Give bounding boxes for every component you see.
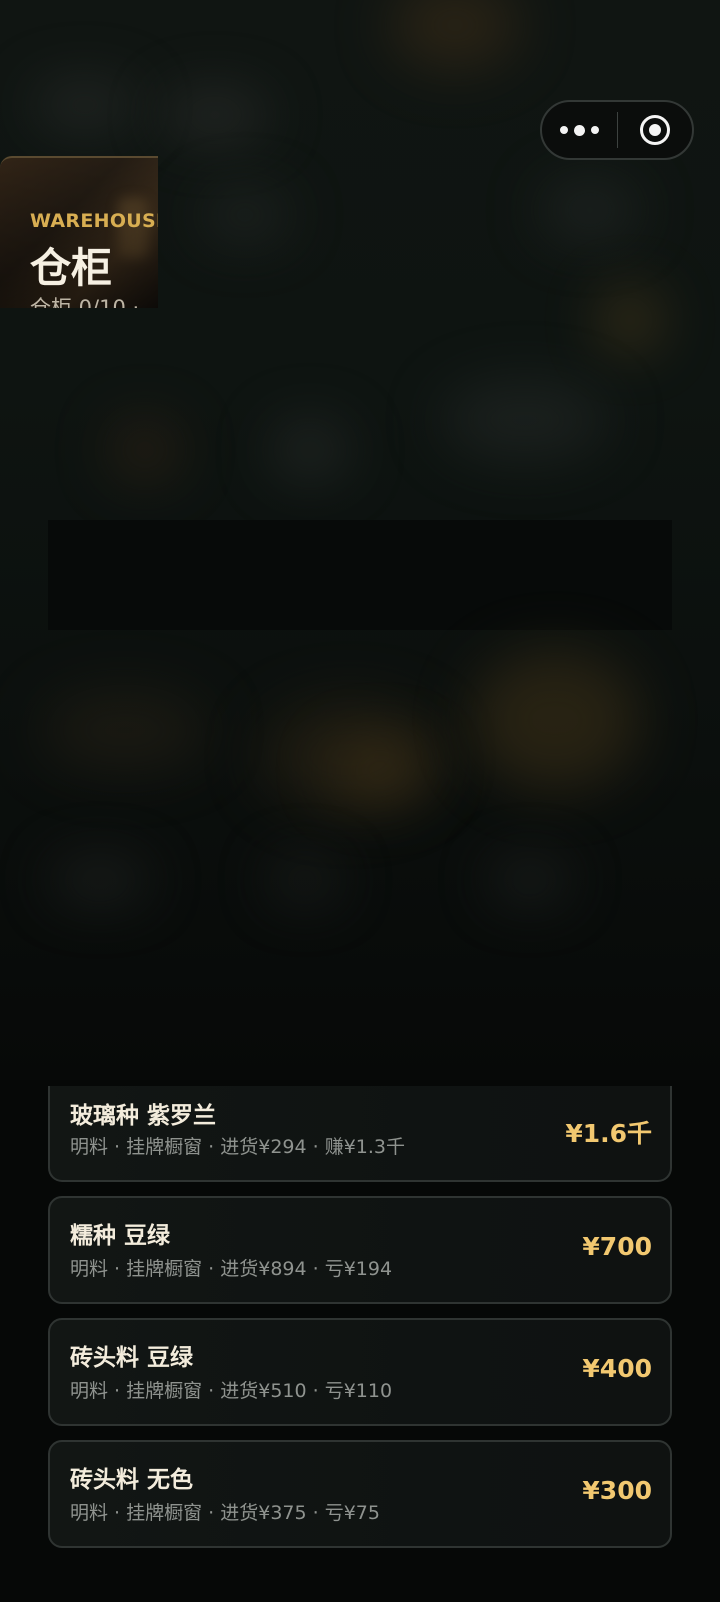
bg-glow <box>540 180 640 240</box>
list-item[interactable]: 砖头料 豆绿 明料 · 挂牌橱窗 · 进货¥510 · 亏¥110 ¥400 <box>48 1318 672 1426</box>
item-meta: 明料 · 挂牌橱窗 · 进货¥375 · 亏¥75 <box>70 1502 380 1524</box>
bg-glow <box>270 860 340 900</box>
bg-glow <box>110 420 180 480</box>
more-dots-icon <box>559 124 599 136</box>
warehouse-title: 仓柜 <box>30 244 112 292</box>
item-price: ¥1.6千 <box>565 1119 652 1148</box>
list-item[interactable]: 玻璃种 紫罗兰 明料 · 挂牌橱窗 · 进货¥294 · 赚¥1.3千 ¥1.6… <box>48 1086 672 1182</box>
bg-glow <box>50 860 150 900</box>
item-name: 砖头料 豆绿 <box>70 1345 194 1371</box>
warehouse-eyebrow: WAREHOUSE <box>30 210 158 232</box>
list-item[interactable]: 砖头料 无色 明料 · 挂牌橱窗 · 进货¥375 · 亏¥75 ¥300 <box>48 1440 672 1548</box>
bg-glow <box>470 650 640 790</box>
bg-glow <box>270 420 350 480</box>
item-name: 砖头料 无色 <box>70 1467 194 1493</box>
bg-glow <box>40 690 210 770</box>
bg-panel <box>48 520 672 630</box>
bg-glow <box>200 190 290 240</box>
more-button[interactable] <box>542 102 617 158</box>
bg-glow <box>490 860 570 900</box>
bg-glow <box>330 740 430 800</box>
list-item[interactable]: 糯种 豆绿 明料 · 挂牌橱窗 · 进货¥894 · 亏¥194 ¥700 <box>48 1196 672 1304</box>
item-list: 玻璃种 紫罗兰 明料 · 挂牌橱窗 · 进货¥294 · 赚¥1.3千 ¥1.6… <box>48 1086 672 1562</box>
miniprogram-capsule <box>540 100 694 160</box>
item-meta: 明料 · 挂牌橱窗 · 进货¥510 · 亏¥110 <box>70 1380 393 1402</box>
close-button[interactable] <box>618 102 693 158</box>
item-price: ¥700 <box>582 1232 652 1261</box>
target-circle-icon <box>639 115 670 145</box>
bg-glow <box>440 380 610 460</box>
item-meta: 明料 · 挂牌橱窗 · 进货¥894 · 亏¥194 <box>70 1258 393 1280</box>
warehouse-card[interactable]: WAREHOUSE 仓柜 仓柜 0/10 · <box>0 156 158 308</box>
bg-glow <box>160 90 270 140</box>
bg-glow <box>30 80 140 130</box>
item-name: 玻璃种 紫罗兰 <box>70 1103 217 1129</box>
item-meta: 明料 · 挂牌橱窗 · 进货¥294 · 赚¥1.3千 <box>70 1136 406 1158</box>
item-price: ¥400 <box>582 1354 652 1383</box>
warehouse-subtitle: 仓柜 0/10 · <box>30 296 140 308</box>
item-name: 糯种 豆绿 <box>70 1223 171 1249</box>
bg-glow <box>600 290 660 350</box>
item-price: ¥300 <box>582 1476 652 1505</box>
